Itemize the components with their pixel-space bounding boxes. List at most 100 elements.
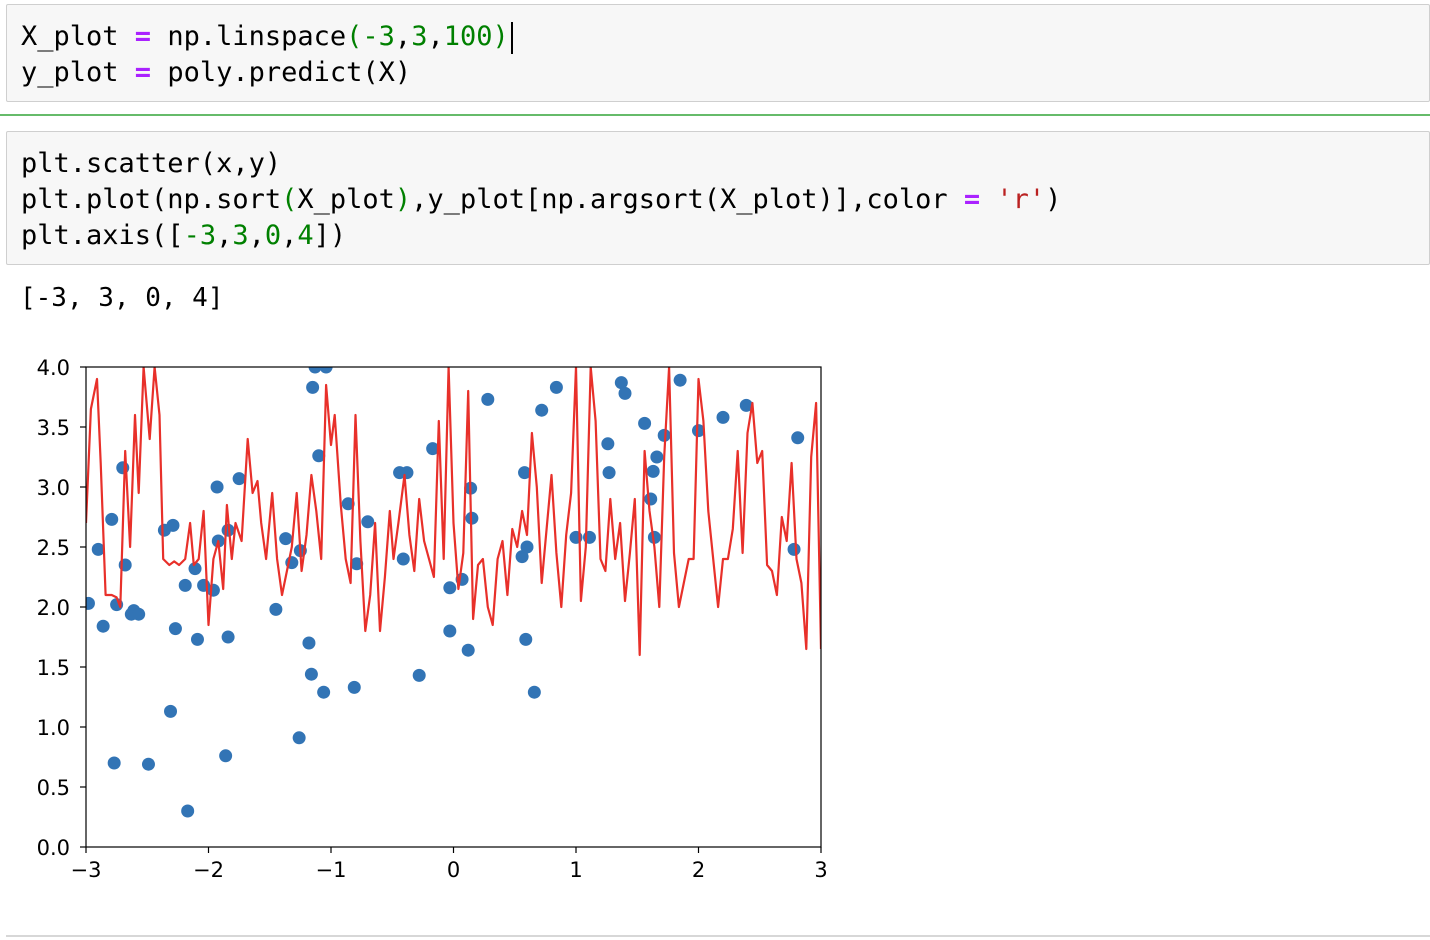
scatter-point xyxy=(601,437,615,451)
scatter-point xyxy=(132,607,146,621)
axes: −3 −2 −1 0 1 2 3 0.0 0.5 1.0 1.5 2.0 2.5 3.0 3.5 4.0 xyxy=(37,356,828,882)
text-cursor xyxy=(510,21,513,54)
scatter-point xyxy=(347,680,361,694)
scatter-point xyxy=(141,757,155,771)
code-token: = xyxy=(134,21,152,52)
scatter-point xyxy=(232,472,246,486)
scatter-line-chart: −3 −2 −1 0 1 2 3 0.0 0.5 1.0 1.5 2.0 2.5 3.0 3.5 4.0 xyxy=(37,356,828,882)
code-token: , xyxy=(248,220,265,251)
scatter-point xyxy=(461,643,475,657)
scatter-point xyxy=(86,596,95,610)
code-token: , xyxy=(216,220,233,251)
scatter-point xyxy=(400,466,414,480)
scatter-point xyxy=(638,416,652,430)
scatter-point xyxy=(646,464,660,478)
code-token: ) xyxy=(1045,184,1062,215)
code-token: plt.plot(np.sort xyxy=(21,184,282,215)
scatter-point xyxy=(520,540,534,554)
x-tick-label: −3 xyxy=(71,858,102,882)
code-token: 3 xyxy=(232,220,249,251)
scatter-point xyxy=(210,480,224,494)
code-token: ,y_plot[np.argsort(X_plot)],color xyxy=(411,184,964,215)
code-token: , xyxy=(281,220,298,251)
scatter-point xyxy=(481,392,495,406)
scatter-point xyxy=(361,515,375,529)
scatter-point xyxy=(650,450,664,464)
code-line: plt.scatter(x,y) xyxy=(21,146,281,182)
cell-output-text: [-3, 3, 0, 4] xyxy=(20,283,224,313)
scatter-point xyxy=(105,512,119,526)
code-token: 'r' xyxy=(996,184,1046,215)
code-line: y_plot = poly.predict(X) xyxy=(21,55,411,91)
scatter-point xyxy=(166,518,180,532)
code-token: plt.scatter(x,y) xyxy=(21,148,282,179)
code-token: ) xyxy=(492,21,509,52)
code-line: X_plot = np.linspace(-3,3,100) xyxy=(21,19,513,55)
code-token: -3 xyxy=(362,21,395,52)
code-line: plt.plot(np.sort(X_plot),y_plot[np.argso… xyxy=(21,182,1061,218)
code-token: ( xyxy=(346,21,363,52)
scatter-point xyxy=(443,624,457,638)
code-token: ( xyxy=(281,184,298,215)
axes-frame xyxy=(85,366,822,848)
y-tick-label: 2.0 xyxy=(37,596,70,620)
x-tick-label: 1 xyxy=(569,858,582,882)
code-token: plt.axis([ xyxy=(21,220,184,251)
scatter-point xyxy=(618,386,632,400)
scatter-point xyxy=(304,667,318,681)
cell-selection-indicator xyxy=(0,114,1430,116)
code-token: 0 xyxy=(264,220,282,251)
x-tick-label: 3 xyxy=(814,858,827,882)
prediction-line xyxy=(86,367,821,657)
scatter-point xyxy=(178,578,192,592)
y-tick-label: 3.0 xyxy=(37,476,70,500)
code-cell-2[interactable]: plt.scatter(x,y) plt.plot(np.sort(X_plot)… xyxy=(6,131,1430,265)
scatter-point xyxy=(791,431,805,445)
y-tick-label: 2.5 xyxy=(37,536,70,560)
scatter-point xyxy=(292,731,306,745)
scatter-point xyxy=(317,685,331,699)
x-tick-label: 2 xyxy=(692,858,705,882)
x-tick-label: −2 xyxy=(193,858,224,882)
scatter-point xyxy=(107,756,121,770)
scatter-point xyxy=(302,636,316,650)
scatter-point xyxy=(190,632,204,646)
code-token: poly.predict(X) xyxy=(151,57,412,88)
scatter-point xyxy=(412,668,426,682)
scatter-point xyxy=(787,542,801,556)
scatter-point xyxy=(527,685,541,699)
scatter-point xyxy=(221,630,235,644)
x-tick-label: −1 xyxy=(316,858,347,882)
y-tick-label: 0.5 xyxy=(37,776,70,800)
scatter-point xyxy=(396,552,410,566)
scatter-point xyxy=(164,704,178,718)
plot-area xyxy=(86,367,821,818)
code-token: 100 xyxy=(443,21,493,52)
scatter-point xyxy=(443,581,457,595)
code-token: , xyxy=(427,21,444,52)
code-token: ) xyxy=(394,184,412,215)
code-token: np.linspace xyxy=(151,21,347,52)
scatter-point xyxy=(644,492,658,506)
scatter-point xyxy=(549,380,563,394)
code-token: -3 xyxy=(183,220,217,251)
code-token: ]) xyxy=(313,220,347,251)
scatter-point xyxy=(673,373,687,387)
scatter-point xyxy=(206,583,220,597)
scatter-point xyxy=(168,622,182,636)
y-tick-label: 3.5 xyxy=(37,416,70,440)
code-cell-1[interactable]: X_plot = np.linspace(-3,3,100) y_plot = p… xyxy=(6,4,1430,102)
y-tick-label: 0.0 xyxy=(37,836,70,860)
y-tick-label: 1.5 xyxy=(37,656,70,680)
x-tick-label: 0 xyxy=(447,858,460,882)
scatter-point xyxy=(219,749,233,763)
code-token: X_plot xyxy=(297,184,395,215)
scatter-point xyxy=(96,619,110,633)
code-token: = xyxy=(134,57,152,88)
scatter-point xyxy=(716,410,730,424)
code-token: 3 xyxy=(411,21,428,52)
scatter-point xyxy=(535,403,549,417)
scatter-point xyxy=(181,804,195,818)
scatter-point xyxy=(269,602,283,616)
